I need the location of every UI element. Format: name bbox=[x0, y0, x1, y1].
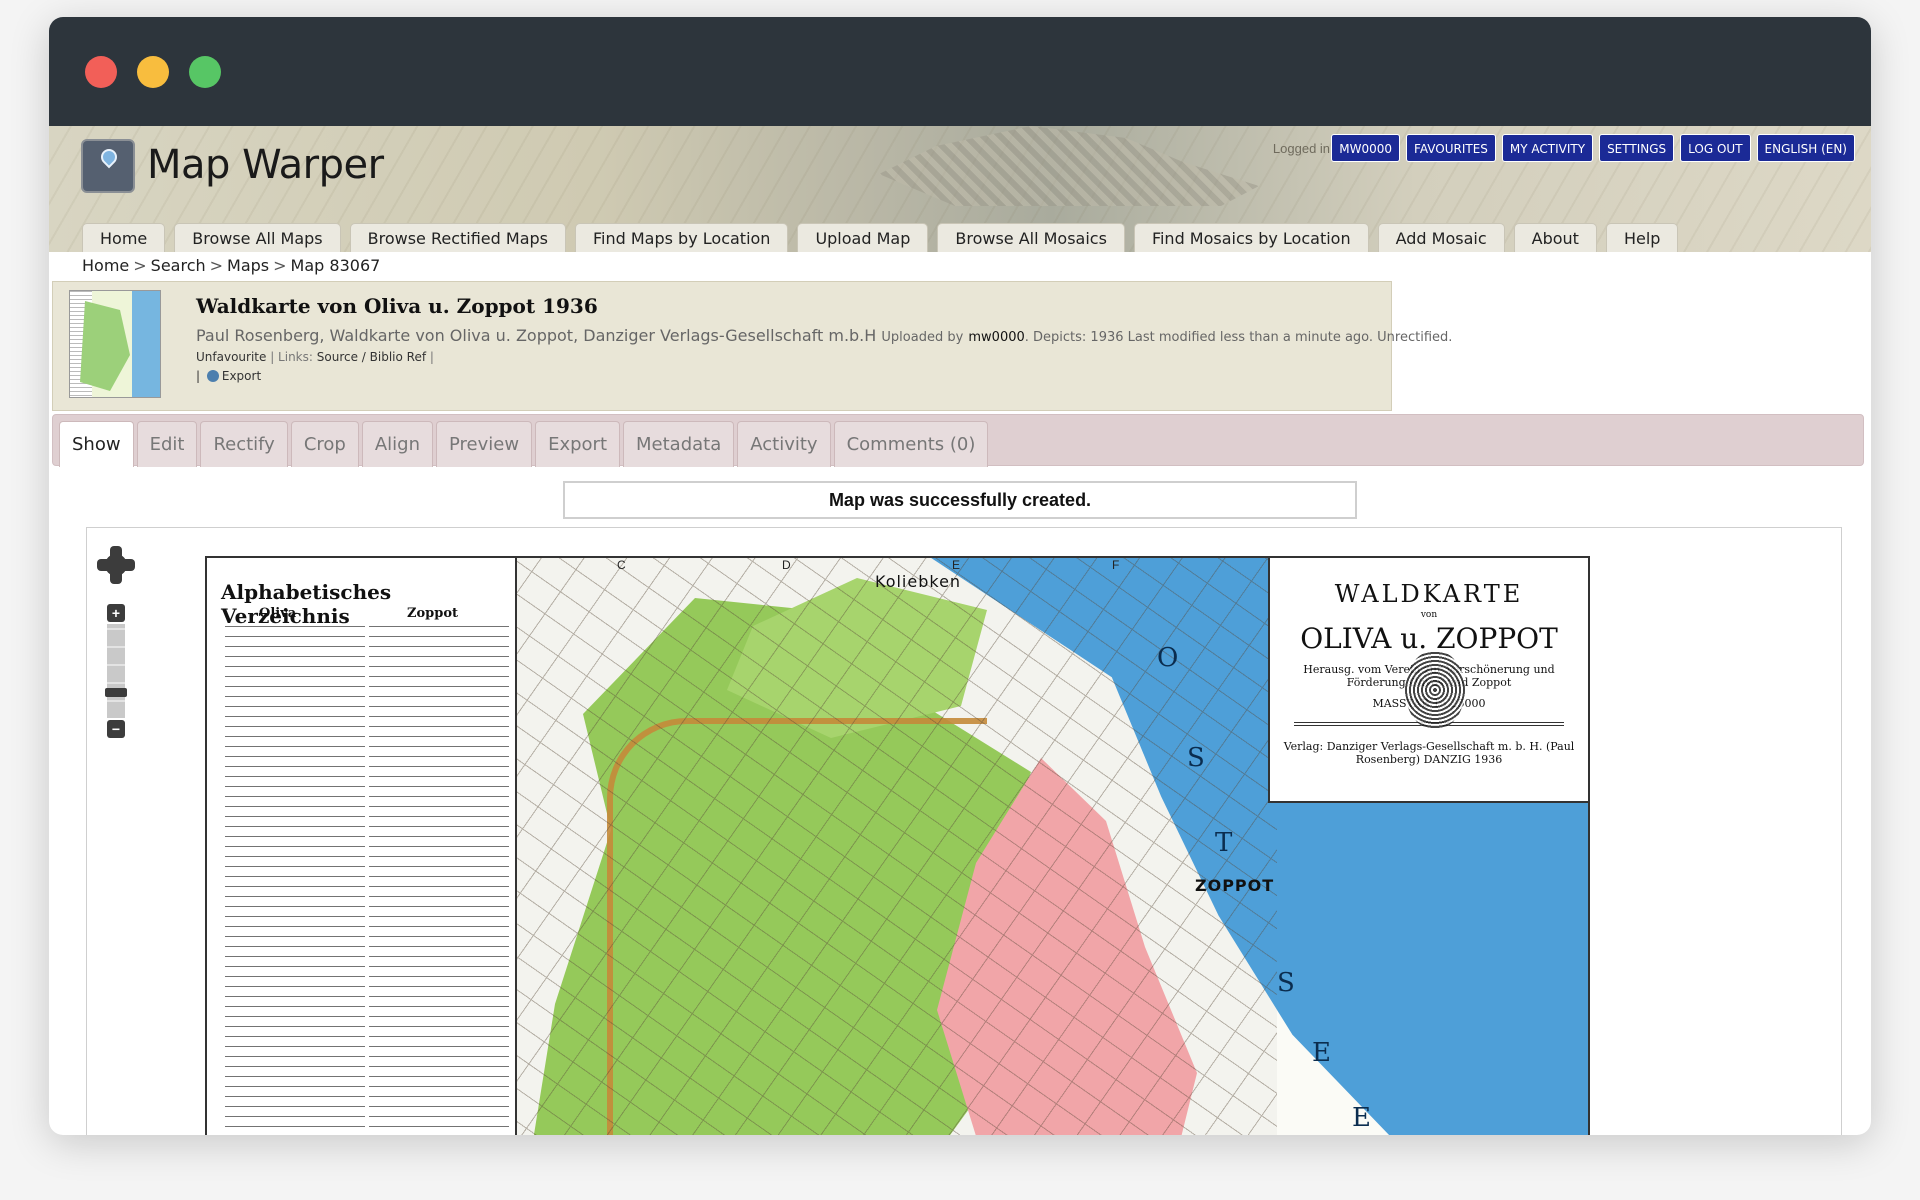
index-list-oliva bbox=[225, 624, 365, 1135]
tab-metadata[interactable]: Metadata bbox=[623, 421, 735, 467]
fingerprint-stamp-icon bbox=[1405, 650, 1465, 730]
map-info-box: Waldkarte von Oliva u. Zoppot 1936 Paul … bbox=[52, 281, 1452, 411]
tab-comments[interactable]: Comments (0) bbox=[833, 421, 989, 467]
links-suffix: | bbox=[426, 350, 434, 364]
nav-about[interactable]: About bbox=[1513, 223, 1597, 252]
index-list-zoppot bbox=[369, 624, 509, 1135]
grid-letter: D bbox=[782, 558, 791, 572]
sea-letter: T bbox=[1215, 828, 1233, 858]
nav-find-mosaics-by-location[interactable]: Find Mosaics by Location bbox=[1133, 223, 1369, 252]
map-warper-logo-icon[interactable] bbox=[81, 139, 135, 193]
nav-browse-all-mosaics[interactable]: Browse All Mosaics bbox=[937, 223, 1125, 252]
map-description-line: Paul Rosenberg, Waldkarte von Oliva u. Z… bbox=[196, 326, 1452, 345]
main-nav: Home Browse All Maps Browse Rectified Ma… bbox=[82, 223, 1679, 252]
map-image[interactable]: A B C D E F Alphabetisches Verzeichnis O… bbox=[205, 556, 1590, 1135]
tab-edit[interactable]: Edit bbox=[136, 421, 198, 467]
success-notice: Map was successfully created. bbox=[563, 481, 1357, 519]
grid-letter: E bbox=[952, 558, 961, 572]
map-tabs: Show Edit Rectify Crop Align Preview Exp… bbox=[59, 421, 989, 467]
nav-upload-map[interactable]: Upload Map bbox=[797, 223, 929, 252]
source-biblio-link[interactable]: Source / Biblio Ref bbox=[317, 350, 426, 364]
export-globe-icon bbox=[206, 370, 219, 382]
my-activity-button[interactable]: MY ACTIVITY bbox=[1501, 134, 1594, 162]
site-header: Map Warper Logged in as: MW0000 FAVOURIT… bbox=[49, 126, 1871, 252]
user-menu: MW0000 FAVOURITES MY ACTIVITY SETTINGS L… bbox=[1331, 134, 1855, 162]
legend-title: WALDKARTE bbox=[1334, 580, 1524, 608]
user-button[interactable]: MW0000 bbox=[1331, 134, 1401, 162]
pan-control-icon[interactable] bbox=[97, 546, 135, 584]
breadcrumb-home[interactable]: Home bbox=[82, 256, 129, 275]
map-legend-box: WALDKARTE von OLIVA u. ZOPPOT Herausg. v… bbox=[1268, 558, 1588, 803]
favourites-button[interactable]: FAVOURITES bbox=[1406, 134, 1496, 162]
links-label: | Links: bbox=[266, 350, 313, 364]
site-title[interactable]: Map Warper bbox=[147, 142, 384, 188]
map-tabs-bar: Show Edit Rectify Crop Align Preview Exp… bbox=[52, 414, 1864, 467]
breadcrumb: Home > Search > Maps > Map 83067 bbox=[82, 256, 380, 275]
index-col-zoppot: Zoppot bbox=[407, 606, 459, 621]
breadcrumb-search[interactable]: Search bbox=[151, 256, 206, 275]
zoom-out-button[interactable]: − bbox=[107, 720, 125, 738]
breadcrumb-separator: > bbox=[133, 256, 147, 275]
map-index-panel: Alphabetisches Verzeichnis Oliva Zoppot bbox=[207, 558, 517, 1135]
zoom-control: + − bbox=[105, 604, 127, 738]
tab-activity[interactable]: Activity bbox=[737, 421, 831, 467]
map-description: Paul Rosenberg, Waldkarte von Oliva u. Z… bbox=[196, 326, 877, 345]
map-meta: . Depicts: 1936 Last modified less than … bbox=[1024, 330, 1453, 345]
log-out-button[interactable]: LOG OUT bbox=[1680, 134, 1751, 162]
breadcrumb-separator: > bbox=[209, 256, 224, 275]
sea-letter: E bbox=[1312, 1038, 1331, 1068]
legend-publisher: Verlag: Danziger Verlags-Gesellschaft m.… bbox=[1283, 740, 1575, 766]
sea-letter: E bbox=[1352, 1103, 1371, 1133]
breadcrumb-maps[interactable]: Maps bbox=[227, 256, 269, 275]
maximize-window-button[interactable] bbox=[189, 56, 221, 88]
nav-browse-rectified-maps[interactable]: Browse Rectified Maps bbox=[349, 223, 566, 252]
sea-letter: S bbox=[1277, 968, 1295, 998]
grid-letter: C bbox=[617, 558, 626, 572]
window-titlebar bbox=[49, 17, 1871, 126]
breadcrumb-current: Map 83067 bbox=[290, 256, 381, 275]
tab-show[interactable]: Show bbox=[59, 421, 134, 467]
map-label-koliebken: Koliebken bbox=[875, 572, 962, 591]
tab-rectify[interactable]: Rectify bbox=[200, 421, 288, 467]
legend-von: von bbox=[1420, 610, 1438, 620]
close-window-button[interactable] bbox=[85, 56, 117, 88]
nav-add-mosaic[interactable]: Add Mosaic bbox=[1377, 223, 1505, 252]
breadcrumb-separator: > bbox=[273, 256, 287, 275]
uploaded-by-label: Uploaded by bbox=[881, 330, 964, 345]
browser-window: Map Warper Logged in as: MW0000 FAVOURIT… bbox=[49, 17, 1871, 1135]
export-pipe: | bbox=[196, 369, 201, 383]
uploader-link[interactable]: mw0000 bbox=[968, 330, 1024, 345]
index-col-oliva: Oliva bbox=[259, 606, 297, 621]
tab-crop[interactable]: Crop bbox=[290, 421, 359, 467]
zoom-in-button[interactable]: + bbox=[107, 604, 125, 622]
grid-letter: F bbox=[1112, 558, 1120, 572]
map-links-line: Unfavourite | Links: Source / Biblio Ref… bbox=[196, 350, 434, 364]
map-title: Waldkarte von Oliva u. Zoppot 1936 bbox=[196, 294, 598, 318]
zoom-slider[interactable] bbox=[105, 624, 127, 718]
tab-align[interactable]: Align bbox=[361, 421, 434, 467]
minimize-window-button[interactable] bbox=[137, 56, 169, 88]
nav-find-maps-by-location[interactable]: Find Maps by Location bbox=[575, 223, 789, 252]
sea-letter: S bbox=[1187, 743, 1205, 773]
nav-browse-all-maps[interactable]: Browse All Maps bbox=[174, 223, 341, 252]
map-label-zoppot: ZOPPOT bbox=[1195, 876, 1275, 895]
zoom-slider-handle[interactable] bbox=[105, 688, 127, 697]
map-thumbnail[interactable] bbox=[69, 290, 161, 398]
nav-home[interactable]: Home bbox=[82, 223, 166, 252]
sea-letter: O bbox=[1157, 643, 1179, 673]
unfavourite-link[interactable]: Unfavourite bbox=[196, 350, 266, 364]
nav-help[interactable]: Help bbox=[1605, 223, 1679, 252]
language-button[interactable]: ENGLISH (EN) bbox=[1756, 134, 1855, 162]
export-link[interactable]: Export bbox=[222, 369, 261, 383]
tab-export[interactable]: Export bbox=[535, 421, 621, 467]
map-export-line: | Export bbox=[196, 369, 261, 383]
map-viewer[interactable]: + − A B C D E F Alphabetisches Verzeichn… bbox=[86, 527, 1842, 1135]
settings-button[interactable]: SETTINGS bbox=[1599, 134, 1675, 162]
tab-preview[interactable]: Preview bbox=[436, 421, 533, 467]
